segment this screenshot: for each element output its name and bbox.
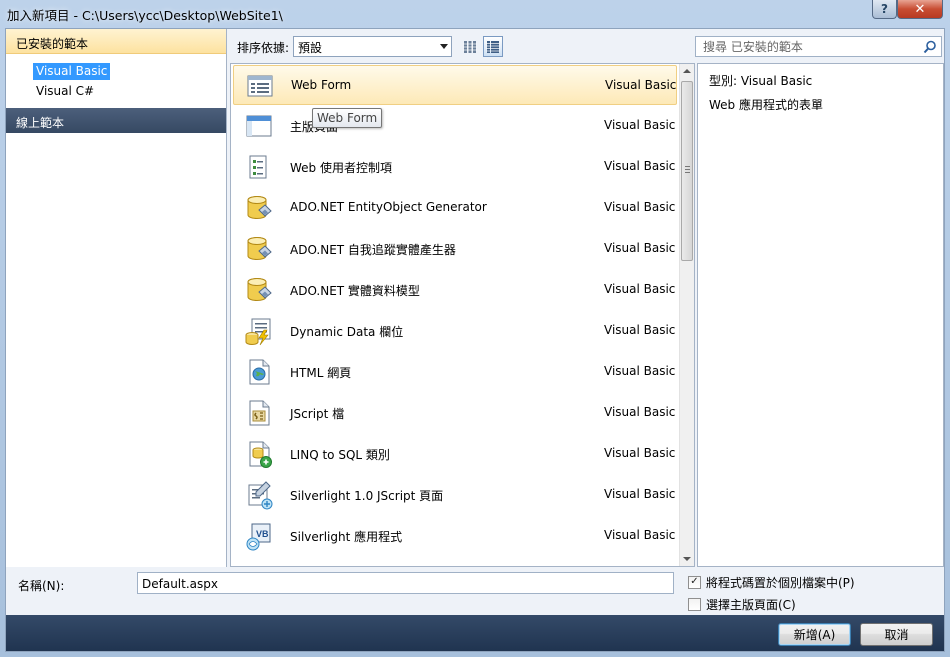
name-input[interactable]	[137, 572, 674, 594]
svg-text:VB: VB	[256, 529, 269, 539]
silverlight-icon	[248, 481, 273, 510]
small-icons-view-button[interactable]	[460, 36, 480, 57]
template-language: Visual Basic	[604, 241, 676, 255]
template-language: Visual Basic	[604, 282, 676, 296]
template-row[interactable]: Web Form Visual Basic	[233, 65, 677, 105]
add-button[interactable]: 新增(A)	[778, 623, 851, 646]
masterpage-icon	[246, 115, 272, 137]
separate-code-label: 將程式碼置於個別檔案中(P)	[706, 575, 855, 590]
installed-templates-header[interactable]: 已安裝的範本	[6, 29, 226, 54]
template-row[interactable]: Silverlight 1.0 JScript 頁面 Visual Basic	[233, 475, 677, 515]
template-name: LINQ to SQL 類別	[290, 448, 390, 462]
separate-code-checkbox[interactable]: ✓	[688, 575, 701, 589]
dialog-client-area: 已安裝的範本 Visual Basic Visual C# 線上範本 排序依據:…	[5, 28, 945, 652]
category-pane: 已安裝的範本 Visual Basic Visual C# 線上範本	[6, 29, 227, 567]
database-icon	[247, 278, 272, 301]
scroll-thumb[interactable]	[681, 81, 693, 261]
dialog-footer: 新增(A) 取消	[6, 615, 944, 651]
grid-view-icon	[463, 40, 477, 53]
template-row[interactable]: ADO.NET EntityObject Generator Visual Bas…	[233, 188, 677, 228]
template-language: Visual Basic	[604, 405, 676, 419]
database-icon	[247, 237, 272, 260]
template-list: Web FormVisual Basic主版頁面Visual BasicWeb …	[230, 63, 695, 567]
master-page-checkbox[interactable]	[688, 597, 701, 611]
template-language: Visual Basic	[604, 364, 676, 378]
tree-item-visual-csharp[interactable]: Visual C#	[33, 83, 97, 100]
sort-by-value: 預設	[298, 41, 323, 55]
search-icon[interactable]	[923, 40, 937, 54]
search-input[interactable]	[696, 37, 918, 56]
tree-item-visual-basic[interactable]: Visual Basic	[33, 63, 111, 80]
database-icon	[247, 196, 272, 219]
jscript-icon	[249, 400, 270, 426]
template-language: Visual Basic	[604, 487, 676, 501]
template-row[interactable]: 主版頁面Visual Basic	[233, 106, 677, 146]
template-row[interactable]: JScript 檔 Visual Basic	[233, 393, 677, 433]
template-row[interactable]: Dynamic Data 欄位 Visual Basic	[233, 311, 677, 351]
template-language: Visual Basic	[604, 200, 676, 214]
master-page-option[interactable]: 選擇主版頁面(C)	[688, 596, 796, 612]
template-type-line: 型別: Visual Basic	[709, 74, 813, 88]
title-bar[interactable]: 加入新項目 - C:\Users\ycc\Desktop\WebSite1\ ?…	[0, 0, 950, 26]
template-name: Web Form	[291, 78, 352, 92]
window-title: 加入新項目 - C:\Users\ycc\Desktop\WebSite1\	[7, 8, 283, 23]
template-language: Visual Basic	[604, 118, 676, 132]
template-row[interactable]: ADO.NET 實體資料模型 Visual Basic	[233, 270, 677, 310]
template-name: Web 使用者控制項	[290, 161, 392, 175]
template-row[interactable]: VB Silverlight 應用程式 Visual Basic	[233, 516, 677, 556]
template-name: ADO.NET 自我追蹤實體產生器	[290, 243, 456, 257]
template-name: ADO.NET 實體資料模型	[290, 284, 420, 298]
template-name: Dynamic Data 欄位	[290, 325, 404, 339]
list-view-icon	[486, 40, 500, 53]
separate-code-option[interactable]: ✓ 將程式碼置於個別檔案中(P)	[688, 574, 855, 590]
template-row[interactable]: Web 使用者控制項 Visual Basic	[233, 147, 677, 187]
dynamicdata-icon	[245, 318, 271, 346]
template-language: Visual Basic	[604, 159, 676, 173]
sort-by-label: 排序依據:	[237, 41, 290, 55]
webform-icon	[247, 75, 273, 97]
add-new-item-dialog: 加入新項目 - C:\Users\ycc\Desktop\WebSite1\ ?…	[0, 0, 950, 657]
template-description: Web 應用程式的表單	[709, 98, 823, 112]
search-box	[695, 36, 942, 57]
template-name: Silverlight 應用程式	[290, 530, 403, 544]
template-language: Visual Basic	[604, 528, 676, 542]
linq-icon	[249, 441, 272, 468]
template-row[interactable]: ADO.NET 自我追蹤實體產生器 Visual Basic	[233, 229, 677, 269]
list-scrollbar[interactable]	[679, 64, 694, 566]
help-button[interactable]: ?	[872, 0, 897, 19]
template-name: HTML 網頁	[290, 366, 352, 380]
template-info-pane: 型別: Visual Basic Web 應用程式的表單	[697, 63, 944, 567]
scroll-down-icon[interactable]	[683, 557, 691, 561]
master-page-label: 選擇主版頁面(C)	[706, 597, 796, 612]
close-button[interactable]: ✕	[897, 0, 943, 19]
scroll-grip-icon	[685, 166, 690, 173]
template-row[interactable]: HTML 網頁 Visual Basic	[233, 352, 677, 392]
usercontrol-icon	[249, 155, 267, 179]
name-label: 名稱(N):	[18, 579, 65, 593]
chevron-down-icon	[440, 44, 448, 49]
template-name: Silverlight 1.0 JScript 頁面	[290, 489, 444, 503]
html-icon	[249, 359, 270, 385]
template-language: Visual Basic	[605, 78, 677, 92]
template-language: Visual Basic	[604, 323, 676, 337]
cancel-button[interactable]: 取消	[860, 623, 933, 646]
template-tooltip: Web Form	[312, 108, 383, 128]
online-templates-header[interactable]: 線上範本	[6, 108, 226, 133]
template-name: JScript 檔	[290, 407, 345, 421]
template-language: Visual Basic	[604, 446, 676, 460]
sort-by-dropdown[interactable]: 預設	[293, 36, 452, 57]
scroll-up-icon[interactable]	[683, 69, 691, 73]
silverlight-vb-icon: VB	[246, 523, 271, 551]
template-row[interactable]: LINQ to SQL 類別 Visual Basic	[233, 434, 677, 474]
details-view-button[interactable]	[483, 36, 503, 57]
template-name: ADO.NET EntityObject Generator	[290, 200, 487, 214]
